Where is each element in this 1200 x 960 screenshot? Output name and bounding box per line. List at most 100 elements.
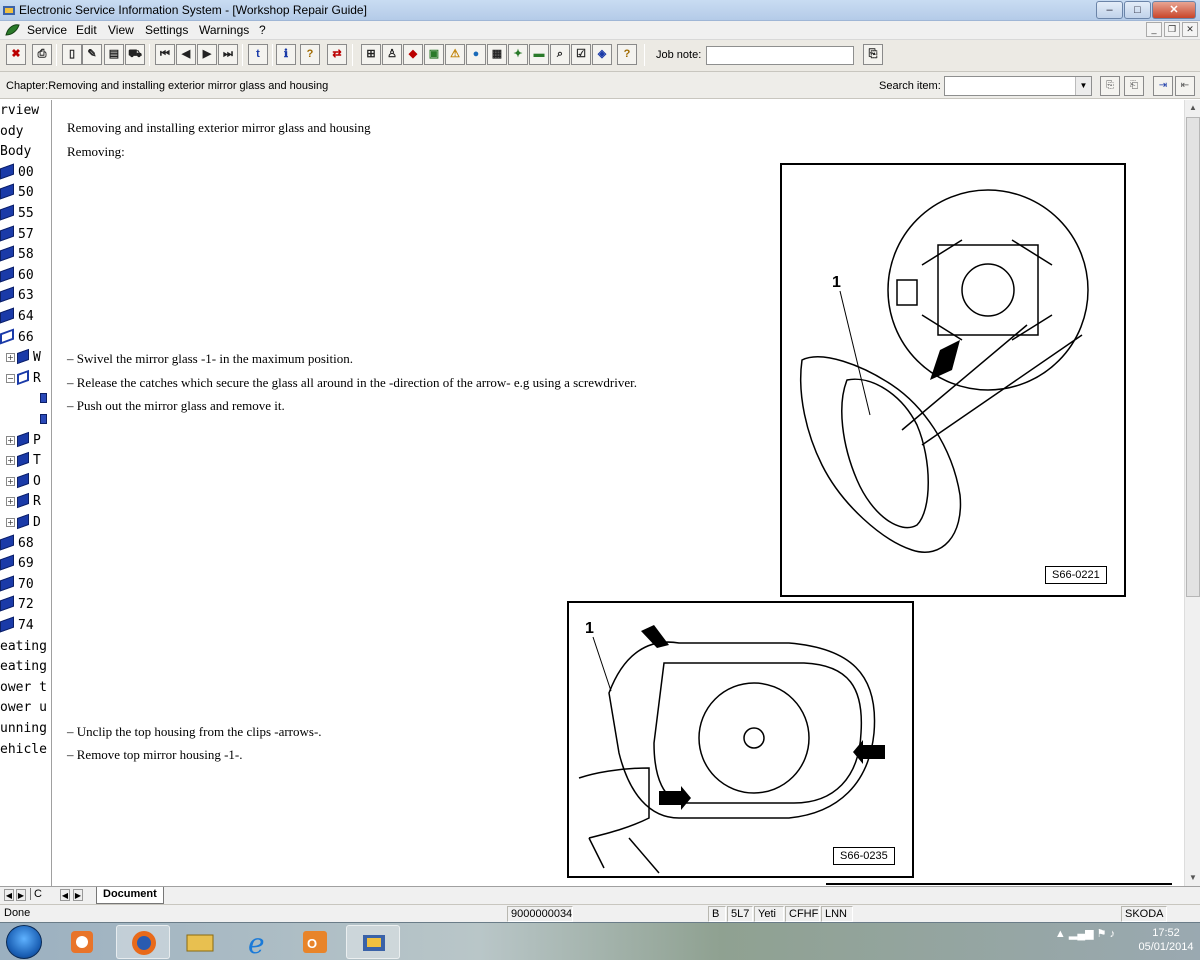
calendar-icon[interactable]: ▦ — [487, 44, 507, 65]
tree-item[interactable]: 69 — [0, 554, 34, 574]
tree-item[interactable]: 55 — [0, 204, 34, 224]
collapse-icon[interactable]: − — [6, 373, 15, 383]
tree-item[interactable]: Body — [0, 142, 31, 162]
tree-item[interactable]: ehicle — [0, 740, 47, 760]
expand-icon[interactable]: ⇥ — [1153, 76, 1173, 96]
tree-item[interactable]: rview — [0, 101, 39, 121]
tab-document[interactable]: Document — [96, 887, 164, 904]
document-scrollbar[interactable]: ▲ ▼ — [1184, 100, 1200, 886]
outlook-icon[interactable]: O — [288, 925, 342, 959]
checklist-icon[interactable]: ☑ — [571, 44, 591, 65]
first-page-icon[interactable]: ⏮ — [155, 44, 175, 65]
expand-icon[interactable]: + — [6, 476, 15, 486]
internet-explorer-icon[interactable]: e — [231, 925, 285, 960]
tree-item[interactable] — [40, 410, 47, 430]
mdi-minimize-button[interactable]: _ — [1146, 22, 1162, 37]
module-icon[interactable]: ⊞ — [361, 44, 381, 65]
search-forward-icon[interactable]: ⎘ — [1100, 76, 1120, 96]
volume-icon[interactable]: ♪ — [1110, 928, 1116, 940]
vehicle-icon[interactable]: ⛟ — [125, 44, 145, 65]
swap-icon[interactable]: ⇄ — [327, 44, 347, 65]
tree-item[interactable]: + T — [6, 451, 41, 471]
next-page-icon[interactable]: ▶ — [197, 44, 217, 65]
file-explorer-icon[interactable] — [173, 925, 227, 959]
tree-item[interactable]: 58 — [0, 245, 34, 265]
person-icon[interactable]: ♙ — [382, 44, 402, 65]
menu-edit[interactable]: Edit — [76, 23, 97, 37]
info-icon[interactable]: ℹ — [276, 44, 296, 65]
print-icon[interactable]: ⎙ — [32, 44, 52, 65]
tree-item[interactable]: ower t — [0, 678, 47, 698]
mdi-restore-button[interactable]: ❐ — [1164, 22, 1180, 37]
tree-item[interactable]: 50 — [0, 183, 34, 203]
tree-item[interactable]: eating — [0, 657, 47, 677]
tree-item[interactable]: + D — [6, 513, 41, 533]
tree-item[interactable]: ower u — [0, 698, 47, 718]
tree-item[interactable]: − R — [6, 369, 41, 389]
menu-warnings[interactable]: Warnings — [199, 23, 249, 37]
menu-settings[interactable]: Settings — [145, 23, 188, 37]
mdi-close-button[interactable]: ✕ — [1182, 22, 1198, 37]
tree-item[interactable]: eating — [0, 637, 47, 657]
menu-view[interactable]: View — [108, 23, 134, 37]
tab-scroll-right-icon[interactable]: ▶ — [16, 889, 26, 901]
tree-item[interactable]: ody — [0, 122, 23, 142]
tree-item[interactable]: 66 — [0, 328, 34, 348]
collapse-icon[interactable]: ⇤ — [1175, 76, 1195, 96]
tree-item[interactable]: 60 — [0, 266, 34, 286]
expand-icon[interactable]: + — [6, 518, 15, 527]
tree-item[interactable]: + R — [6, 492, 41, 512]
last-page-icon[interactable]: ⏭ — [218, 44, 238, 65]
network-icon[interactable]: ▂▄▆ — [1069, 928, 1094, 940]
previous-page-icon[interactable]: ◀ — [176, 44, 196, 65]
warning-icon[interactable]: ⚠ — [445, 44, 465, 65]
tab-scroll-left-icon[interactable]: ◀ — [60, 889, 70, 901]
scrollbar-thumb[interactable] — [1186, 117, 1200, 597]
tree-item[interactable]: 57 — [0, 225, 34, 245]
job-note-save-icon[interactable]: ⎘ — [863, 44, 883, 65]
expand-icon[interactable]: + — [6, 497, 15, 507]
tab-scroll-right-icon[interactable]: ▶ — [73, 889, 83, 901]
minimize-button[interactable]: – — [1096, 1, 1123, 19]
tree-item[interactable]: 63 — [0, 286, 34, 306]
chevron-down-icon[interactable]: ▼ — [1075, 77, 1091, 95]
tree-item[interactable]: 72 — [0, 595, 34, 615]
show-hidden-icons-icon[interactable]: ▲ — [1055, 928, 1066, 940]
tree-item[interactable]: + O — [6, 472, 41, 492]
tree-item[interactable]: 00 — [0, 163, 34, 183]
back-up-icon[interactable]: t — [248, 44, 268, 65]
question-icon[interactable]: ? — [300, 44, 320, 65]
scroll-down-icon[interactable]: ▼ — [1185, 870, 1200, 886]
maximize-button[interactable]: □ — [1124, 1, 1151, 19]
start-button[interactable] — [6, 925, 42, 959]
tree-item[interactable] — [40, 389, 47, 409]
tree-item[interactable]: 70 — [0, 575, 34, 595]
tab-contents[interactable]: C — [30, 888, 42, 900]
search-car-icon[interactable]: ⌕ — [550, 44, 570, 65]
flag-icon[interactable]: ⚑ — [1097, 928, 1107, 940]
scroll-up-icon[interactable]: ▲ — [1185, 100, 1200, 116]
tree-item[interactable]: unning — [0, 719, 47, 739]
help-question-icon[interactable]: ? — [617, 44, 637, 65]
search-back-icon[interactable]: ⎗ — [1124, 76, 1144, 96]
red-book-icon[interactable]: ◆ — [403, 44, 423, 65]
help-book-icon[interactable]: ◈ — [592, 44, 612, 65]
firefox-icon[interactable] — [116, 925, 170, 959]
manual-icon[interactable]: ▣ — [424, 44, 444, 65]
tree-item[interactable]: 74 — [0, 616, 34, 636]
search-dropdown[interactable]: ▼ — [944, 76, 1092, 96]
notes-icon[interactable]: ▤ — [104, 44, 124, 65]
tree-item[interactable]: 64 — [0, 307, 34, 327]
service-icon[interactable]: ✦ — [508, 44, 528, 65]
job-note-input[interactable] — [706, 46, 854, 65]
expand-icon[interactable]: + — [6, 456, 15, 466]
close-button[interactable]: ✕ — [1152, 1, 1196, 19]
edit-document-icon[interactable]: ✎ — [82, 44, 102, 65]
expand-icon[interactable]: + — [6, 435, 15, 445]
taskbar-clock[interactable]: 17:52 05/01/2014 — [1138, 926, 1194, 954]
menu-service[interactable]: Service — [27, 23, 67, 37]
tree-item[interactable]: 68 — [0, 534, 34, 554]
car-icon[interactable]: ▬ — [529, 44, 549, 65]
elsa-app-icon[interactable] — [346, 925, 400, 959]
globe-icon[interactable]: ● — [466, 44, 486, 65]
